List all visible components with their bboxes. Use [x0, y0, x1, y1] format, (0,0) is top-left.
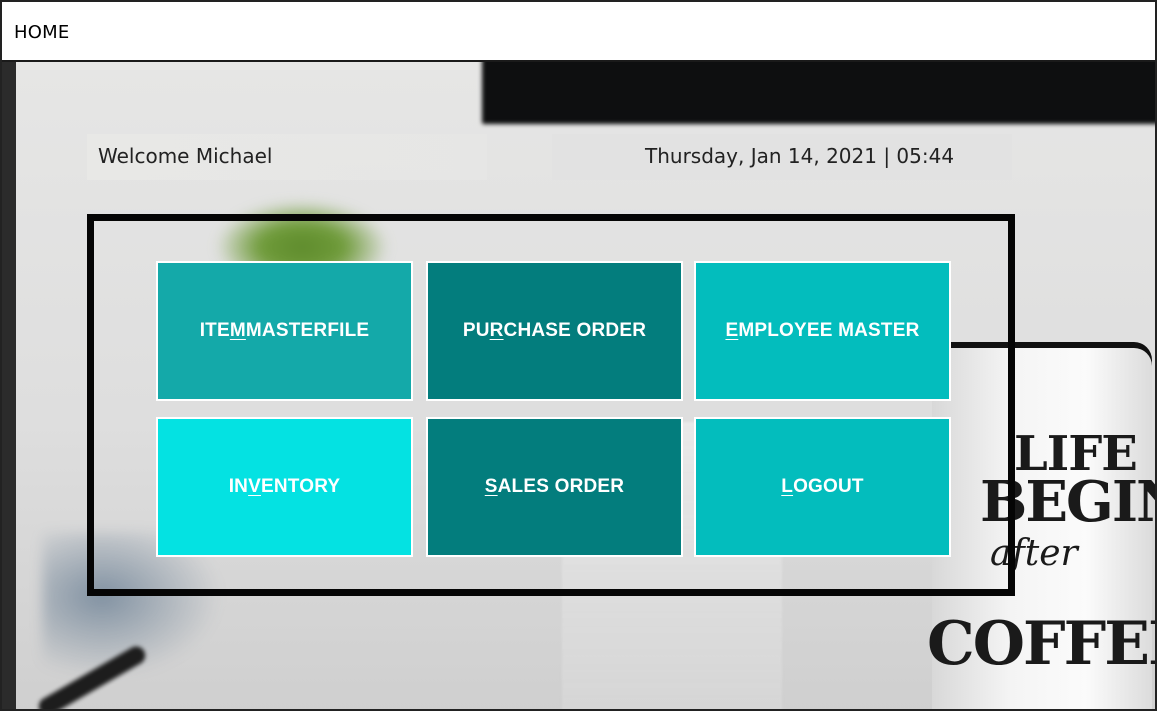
- button-shortcut-key: E: [725, 320, 739, 341]
- button-shortcut-key: L: [781, 476, 794, 497]
- button-label: ALES ORDER: [497, 476, 625, 497]
- button-shortcut-key: S: [484, 476, 498, 497]
- window-title: HOME: [14, 22, 70, 43]
- title-bar: HOME: [2, 2, 1155, 62]
- mug-text-line: COFFEE: [927, 609, 1155, 679]
- button-label: OGOUT: [793, 476, 864, 497]
- button-label: IN: [228, 476, 249, 497]
- background-edge: [2, 62, 16, 709]
- logout-button[interactable]: L OGOUT: [694, 417, 951, 557]
- item-masterfile-button[interactable]: ITE M MASTERFILE: [156, 261, 413, 401]
- background-monitor: [482, 62, 1155, 124]
- button-shortcut-key: M: [229, 320, 246, 341]
- welcome-label: Welcome Michael: [98, 144, 273, 168]
- employee-master-button[interactable]: E MPLOYEE MASTER: [694, 261, 951, 401]
- inventory-button[interactable]: IN V ENTORY: [156, 417, 413, 557]
- button-label: CHASE ORDER: [503, 320, 647, 341]
- button-label: ENTORY: [260, 476, 341, 497]
- background-image: LIFE BEGINS after COFFEE Welcome Michael…: [2, 62, 1155, 709]
- home-window: HOME LIFE BEGINS after COFFEE Welcome Mi…: [0, 0, 1157, 711]
- button-shortcut-key: R: [489, 320, 504, 341]
- button-label: ITE: [199, 320, 230, 341]
- button-shortcut-key: V: [248, 476, 261, 497]
- datetime-label: Thursday, Jan 14, 2021 | 05:44: [645, 144, 955, 168]
- button-label: MPLOYEE MASTER: [738, 320, 920, 341]
- button-label: PU: [462, 320, 490, 341]
- button-label: MASTERFILE: [245, 320, 370, 341]
- sales-order-button[interactable]: S ALES ORDER: [426, 417, 683, 557]
- purchase-order-button[interactable]: PU R CHASE ORDER: [426, 261, 683, 401]
